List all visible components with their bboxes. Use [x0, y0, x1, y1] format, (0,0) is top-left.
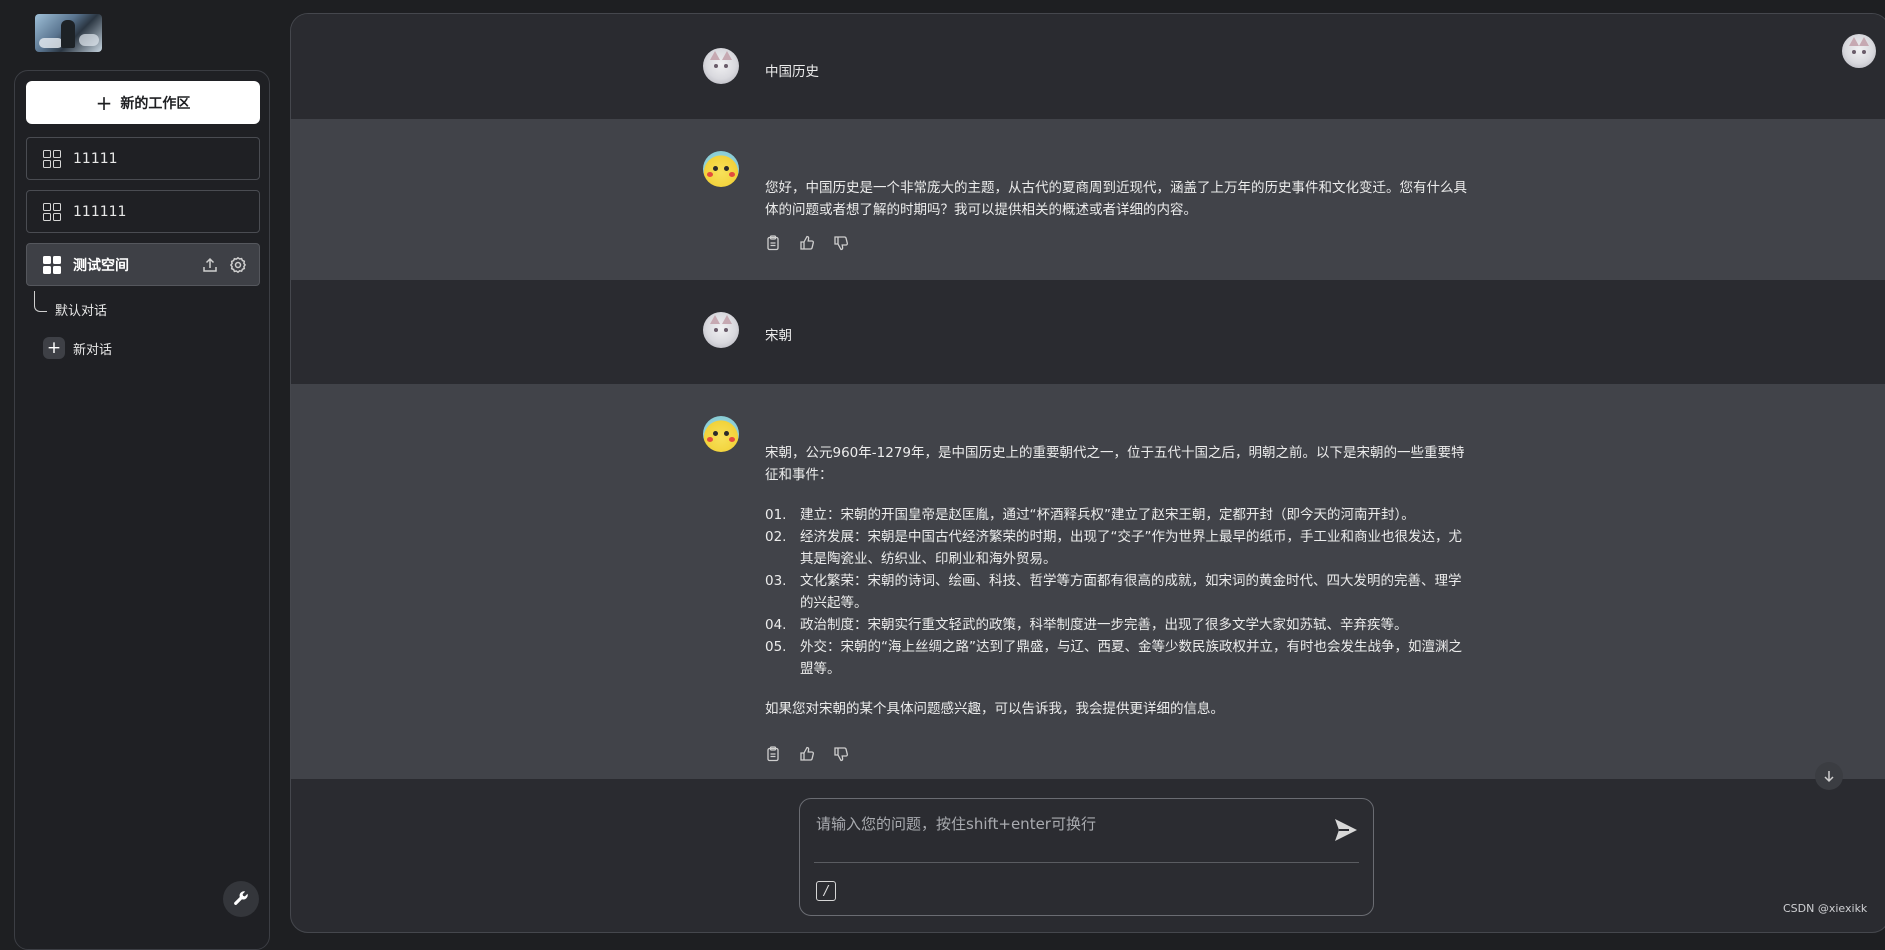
thumbs-down-icon[interactable] [833, 746, 849, 762]
thumbs-up-icon[interactable] [799, 235, 815, 251]
message-composer[interactable]: 请输入您的问题，按住shift+enter可换行 / [799, 798, 1374, 916]
new-conversation-label: 新对话 [73, 342, 113, 358]
clipboard-icon[interactable] [765, 746, 781, 762]
gear-icon[interactable] [229, 256, 247, 274]
message-actions [765, 746, 849, 762]
message-body: 宋朝，公元960年-1279年，是中国历史上的重要朝代之一，位于五代十国之后，明… [765, 442, 1470, 720]
send-icon[interactable] [1333, 817, 1359, 843]
message-intro: 宋朝，公元960年-1279年，是中国历史上的重要朝代之一，位于五代十国之后，明… [765, 445, 1465, 483]
thumbs-down-icon[interactable] [833, 235, 849, 251]
message-assistant: 您好，中国历史是一个非常庞大的主题，从古代的夏商周到近现代，涵盖了上万年的历史事… [291, 119, 1885, 280]
plus-icon: + [95, 90, 113, 115]
list-item: 04. 政治制度：宋朝实行重文轻武的政策，科举制度进一步完善，出现了很多文学大家如… [765, 617, 1408, 633]
new-conversation-button[interactable]: + 新对话 [43, 337, 112, 359]
workspace-item-11111[interactable]: 11111 [26, 137, 260, 180]
slash-command-button[interactable]: / [816, 881, 836, 901]
new-workspace-button[interactable]: + 新的工作区 [26, 81, 260, 124]
list-item: 01. 建立：宋朝的开国皇帝是赵匡胤，通过“杯酒释兵权”建立了赵宋王朝，定都开封（… [765, 507, 1415, 523]
assistant-avatar [703, 416, 739, 452]
workspace-label: 111111 [73, 203, 127, 220]
grid-icon [43, 202, 61, 221]
message-text: 您好，中国历史是一个非常庞大的主题，从古代的夏商周到近现代，涵盖了上万年的历史事… [765, 180, 1467, 218]
user-avatar [703, 312, 739, 348]
message-list: 01. 建立：宋朝的开国皇帝是赵匡胤，通过“杯酒释兵权”建立了赵宋王朝，定都开封（… [765, 504, 1470, 680]
message-text: 宋朝 [765, 328, 792, 344]
chat-panel: 中国历史 您好，中国历史是一个非常庞大的主题，从古代的夏商周到近现代，涵盖了上万… [290, 13, 1885, 933]
sidebar: + 新的工作区 11111 111111 测试空间 默认对话 + 新对话 [14, 70, 270, 950]
workspace-item-111111[interactable]: 111111 [26, 190, 260, 233]
message-user: 中国历史 [291, 14, 1885, 119]
message-input[interactable]: 请输入您的问题，按住shift+enter可换行 [816, 813, 1096, 834]
list-item: 05. 外交：宋朝的“海上丝绸之路”达到了鼎盛，与辽、西夏、金等少数民族政权并立，… [765, 639, 1462, 677]
watermark: CSDN @xiexikk [1783, 902, 1868, 915]
grid-icon [43, 255, 61, 274]
workspace-actions [201, 256, 247, 274]
user-avatar [703, 48, 739, 84]
composer-divider [814, 862, 1359, 863]
arrow-down-icon [1824, 771, 1834, 783]
wrench-icon [234, 891, 248, 905]
message-user: 宋朝 [291, 280, 1885, 384]
list-item: 02. 经济发展：宋朝是中国古代经济繁荣的时期，出现了“交子”作为世界上最早的纸币… [765, 529, 1462, 567]
conversation-item-default[interactable]: 默认对话 [55, 300, 107, 319]
tools-button[interactable] [223, 881, 259, 917]
message-outro: 如果您对宋朝的某个具体问题感兴趣，可以告诉我，我会提供更详细的信息。 [765, 701, 1224, 717]
scroll-to-bottom-button[interactable] [1815, 762, 1843, 790]
upload-icon[interactable] [201, 256, 219, 274]
message-text: 中国历史 [765, 64, 819, 80]
profile-avatar[interactable] [1842, 34, 1876, 68]
plus-icon: + [43, 337, 65, 359]
app-logo [35, 14, 102, 52]
message-actions [765, 235, 849, 251]
grid-icon [43, 149, 61, 168]
tree-connector [34, 291, 47, 312]
new-workspace-label: 新的工作区 [120, 95, 191, 112]
message-assistant: 宋朝，公元960年-1279年，是中国历史上的重要朝代之一，位于五代十国之后，明… [291, 384, 1885, 779]
list-item: 03. 文化繁荣：宋朝的诗词、绘画、科技、哲学等方面都有很高的成就，如宋词的黄金时… [765, 573, 1462, 611]
workspace-label: 11111 [73, 150, 118, 167]
assistant-avatar [703, 151, 739, 187]
workspace-item-test-space[interactable]: 测试空间 [26, 243, 260, 286]
clipboard-icon[interactable] [765, 235, 781, 251]
workspace-label: 测试空间 [73, 257, 129, 274]
thumbs-up-icon[interactable] [799, 746, 815, 762]
